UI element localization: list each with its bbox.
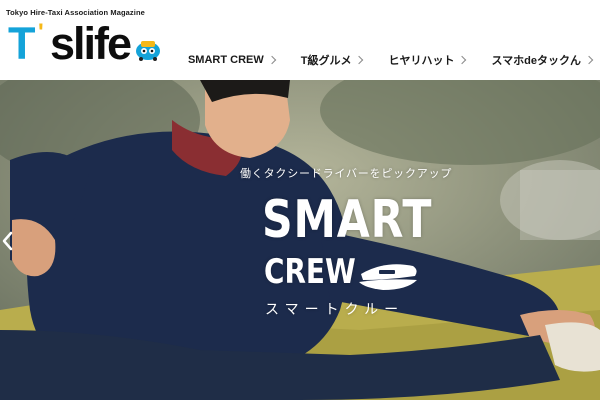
site-logo[interactable]: T ' slife: [8, 18, 160, 69]
nav-item-label: SMART CREW: [187, 54, 264, 66]
nav-item-label: ヒヤリハット: [388, 55, 455, 67]
hero-title-crew: CREW: [264, 252, 356, 292]
logo-apostrophe: ': [38, 19, 44, 46]
logo-letter: T: [8, 18, 35, 69]
taxi-mascot-icon: [136, 41, 160, 61]
nav-item-smart-crew[interactable]: SMART CREW: [187, 54, 276, 66]
nav-item-label: スマホdeタックん: [491, 55, 581, 67]
driver-cap-icon: [359, 264, 417, 290]
nav-item-hiyari-hatto[interactable]: ヒヤリハット: [388, 52, 467, 68]
chevron-right-icon: [355, 55, 364, 65]
site-tagline: Tokyo Hire-Taxi Association Magazine: [6, 8, 145, 17]
chevron-left-icon[interactable]: [0, 230, 14, 252]
logo-word: slife: [50, 18, 132, 69]
nav-item-label: T級グルメ: [300, 55, 352, 67]
chevron-right-icon: [267, 55, 276, 65]
nav-item-smartphone-takkun[interactable]: スマホdeタックん: [491, 52, 594, 68]
site-header: Tokyo Hire-Taxi Association Magazine T '…: [0, 0, 600, 80]
chevron-right-icon: [458, 55, 467, 65]
nav-item-t-gourmet[interactable]: T級グルメ: [300, 52, 364, 68]
hero-subtitle: 働くタクシードライバーをピックアップ: [240, 167, 453, 180]
main-nav: SMART CREW T級グルメ ヒヤリハット スマホdeタックん: [187, 50, 594, 70]
hero-title: SMART: [262, 190, 433, 250]
chevron-right-icon: [584, 55, 594, 65]
hero-kana: スマートクルー: [265, 302, 405, 318]
hero-banner[interactable]: 働くタクシードライバーをピックアップ SMART CREW スマートクルー: [0, 80, 600, 400]
